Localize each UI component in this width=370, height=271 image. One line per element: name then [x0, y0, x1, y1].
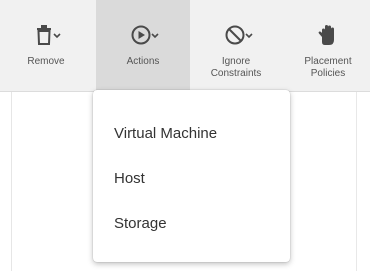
actions-label: Actions [126, 56, 160, 67]
placement-policies-label: Placement Policies [304, 56, 352, 79]
actions-button[interactable]: Actions [96, 0, 190, 92]
remove-button[interactable]: Remove [0, 0, 92, 92]
actions-dropdown-menu: Virtual Machine Host Storage [93, 90, 290, 262]
prohibit-icon [225, 25, 253, 45]
menu-item-host[interactable]: Host [93, 161, 290, 197]
toolbar: Remove Actions Ignore Constraints Placem… [0, 0, 370, 92]
menu-item-virtual-machine[interactable]: Virtual Machine [93, 116, 290, 152]
ignore-constraints-label: Ignore Constraints [210, 56, 262, 79]
ignore-constraints-button[interactable]: Ignore Constraints [190, 0, 282, 92]
remove-label: Remove [27, 56, 65, 67]
placement-policies-button[interactable]: Placement Policies [282, 0, 370, 92]
play-circle-icon [131, 25, 159, 45]
menu-item-storage[interactable]: Storage [93, 206, 290, 242]
hand-icon [318, 25, 334, 45]
trash-icon [37, 25, 61, 45]
left-panel-edge [0, 92, 12, 271]
right-panel-divider [356, 92, 357, 271]
